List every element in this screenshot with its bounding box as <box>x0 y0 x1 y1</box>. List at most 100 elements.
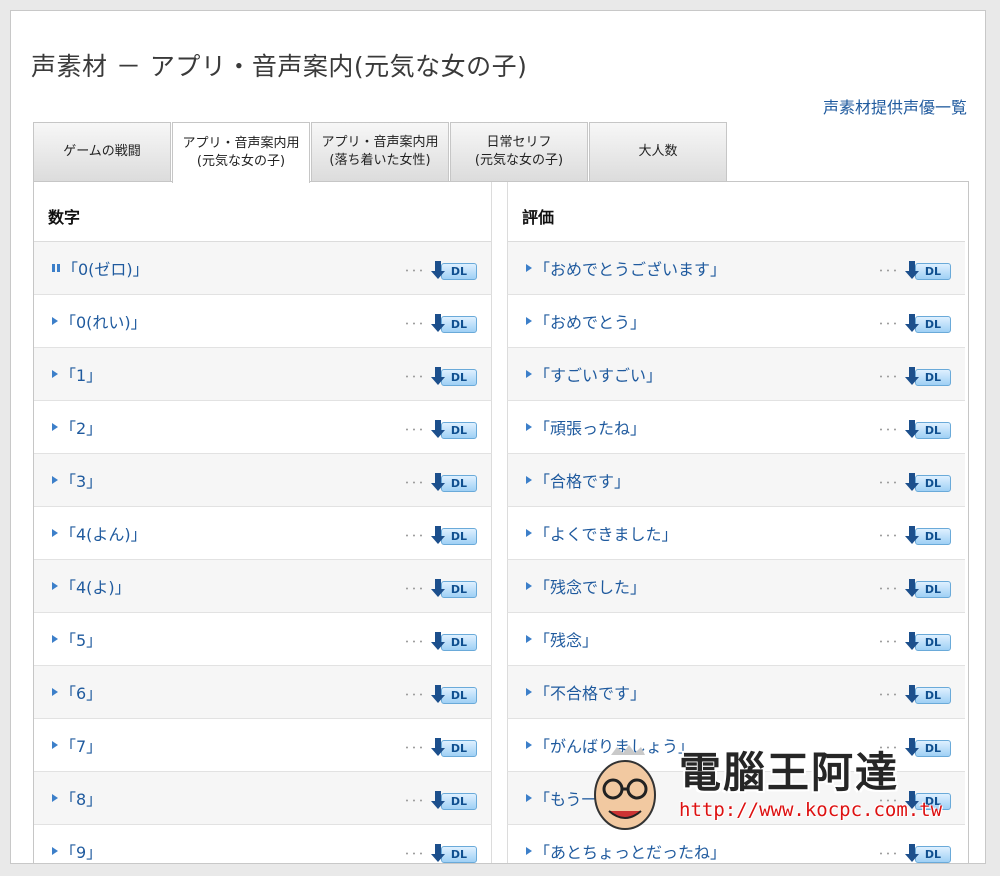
play-icon[interactable] <box>526 529 532 537</box>
dots-separator: ･･･ <box>403 582 425 596</box>
play-icon[interactable] <box>526 688 532 696</box>
play-icon[interactable] <box>52 847 58 855</box>
play-icon[interactable] <box>526 741 532 749</box>
download-arrow-icon <box>431 367 445 385</box>
download-button[interactable]: DL <box>431 524 477 546</box>
play-icon[interactable] <box>526 794 532 802</box>
sound-label[interactable]: 「合格です」 <box>534 468 630 492</box>
sound-label[interactable]: 「3」 <box>60 468 102 492</box>
dots-separator: ･･･ <box>877 476 899 490</box>
tab-1[interactable]: アプリ・音声案内用 (元気な女の子) <box>172 122 310 183</box>
download-button[interactable]: DL <box>905 736 951 758</box>
sound-label[interactable]: 「4(よ)」 <box>60 574 131 598</box>
sound-label[interactable]: 「もう一回です」 <box>534 786 662 810</box>
download-arrow-icon <box>431 261 445 279</box>
sound-label[interactable]: 「おめでとう」 <box>534 309 646 333</box>
download-label: DL <box>915 740 951 757</box>
play-icon[interactable] <box>52 529 58 537</box>
sound-label[interactable]: 「すごいすごい」 <box>534 362 662 386</box>
play-icon[interactable] <box>526 582 532 590</box>
tab-3[interactable]: 日常セリフ (元気な女の子) <box>450 122 588 181</box>
download-button[interactable]: DL <box>431 630 477 652</box>
dots-separator: ･･･ <box>877 741 899 755</box>
play-icon[interactable] <box>52 741 58 749</box>
download-button[interactable]: DL <box>905 418 951 440</box>
play-icon[interactable] <box>526 317 532 325</box>
sound-list-panel: 数字 「0(ゼロ)」 ･･･ DL 「0(れい)」 ･･･ DL 「1」 ･･･ DL 「2」 ･･… <box>33 181 969 863</box>
sound-label[interactable]: 「2」 <box>60 415 102 439</box>
play-icon[interactable] <box>526 423 532 431</box>
download-button[interactable]: DL <box>905 259 951 281</box>
download-button[interactable]: DL <box>905 577 951 599</box>
download-button[interactable]: DL <box>905 842 951 863</box>
sound-label[interactable]: 「頑張ったね」 <box>534 415 646 439</box>
sound-label[interactable]: 「4(よん)」 <box>60 521 147 545</box>
play-icon[interactable] <box>526 476 532 484</box>
sound-label[interactable]: 「6」 <box>60 680 102 704</box>
sound-label[interactable]: 「8」 <box>60 786 102 810</box>
download-button[interactable]: DL <box>431 471 477 493</box>
download-button[interactable]: DL <box>905 471 951 493</box>
sound-label[interactable]: 「残念でした」 <box>534 574 646 598</box>
download-button[interactable]: DL <box>905 524 951 546</box>
sound-label[interactable]: 「9」 <box>60 839 102 863</box>
dots-separator: ･･･ <box>877 582 899 596</box>
sound-row: 「6」 ･･･ DL <box>34 666 492 719</box>
sound-row: 「9」 ･･･ DL <box>34 825 492 863</box>
tab-2[interactable]: アプリ・音声案内用 (落ち着いた女性) <box>311 122 449 181</box>
play-icon[interactable] <box>526 847 532 855</box>
download-button[interactable]: DL <box>905 789 951 811</box>
download-label: DL <box>441 634 477 651</box>
download-button[interactable]: DL <box>431 418 477 440</box>
download-arrow-icon <box>905 738 919 756</box>
numbers-column: 数字 「0(ゼロ)」 ･･･ DL 「0(れい)」 ･･･ DL 「1」 ･･･ DL 「2」 ･･… <box>34 182 492 863</box>
download-button[interactable]: DL <box>431 789 477 811</box>
sound-row: 「4(よ)」 ･･･ DL <box>34 560 492 613</box>
sound-label[interactable]: 「がんばりましょう」 <box>534 733 694 757</box>
download-label: DL <box>915 475 951 492</box>
play-icon[interactable] <box>526 264 532 272</box>
download-button[interactable]: DL <box>905 683 951 705</box>
play-icon[interactable] <box>52 635 58 643</box>
download-button[interactable]: DL <box>431 842 477 863</box>
sound-label[interactable]: 「よくできました」 <box>534 521 678 545</box>
play-icon[interactable] <box>52 582 58 590</box>
tab-0[interactable]: ゲームの戦闘 <box>33 122 171 181</box>
play-icon[interactable] <box>52 476 58 484</box>
download-button[interactable]: DL <box>905 365 951 387</box>
play-icon[interactable] <box>52 423 58 431</box>
play-icon[interactable] <box>52 370 58 378</box>
sound-label[interactable]: 「0(ゼロ)」 <box>62 256 149 280</box>
download-button[interactable]: DL <box>431 683 477 705</box>
sound-label[interactable]: 「0(れい)」 <box>60 309 147 333</box>
download-arrow-icon <box>905 526 919 544</box>
sound-label[interactable]: 「不合格です」 <box>534 680 646 704</box>
download-button[interactable]: DL <box>431 577 477 599</box>
download-label: DL <box>915 793 951 810</box>
sound-row: 「がんばりましょう」 ･･･ DL <box>507 719 965 772</box>
download-button[interactable]: DL <box>431 259 477 281</box>
sound-label[interactable]: 「おめでとうございます」 <box>534 256 726 280</box>
download-button[interactable]: DL <box>905 312 951 334</box>
sound-label[interactable]: 「7」 <box>60 733 102 757</box>
download-arrow-icon <box>905 791 919 809</box>
dots-separator: ･･･ <box>877 264 899 278</box>
pause-icon[interactable] <box>52 264 60 272</box>
voice-actor-list-link[interactable]: 声素材提供声優一覧 <box>823 94 967 118</box>
download-button[interactable]: DL <box>431 736 477 758</box>
download-button[interactable]: DL <box>905 630 951 652</box>
sound-label[interactable]: 「5」 <box>60 627 102 651</box>
play-icon[interactable] <box>52 317 58 325</box>
play-icon[interactable] <box>52 794 58 802</box>
download-arrow-icon <box>905 314 919 332</box>
download-label: DL <box>441 740 477 757</box>
sound-label[interactable]: 「あとちょっとだったね」 <box>534 839 726 863</box>
sound-label[interactable]: 「残念」 <box>534 627 598 651</box>
download-button[interactable]: DL <box>431 365 477 387</box>
play-icon[interactable] <box>52 688 58 696</box>
play-icon[interactable] <box>526 370 532 378</box>
play-icon[interactable] <box>526 635 532 643</box>
download-button[interactable]: DL <box>431 312 477 334</box>
tab-4[interactable]: 大人数 <box>589 122 727 181</box>
sound-label[interactable]: 「1」 <box>60 362 102 386</box>
